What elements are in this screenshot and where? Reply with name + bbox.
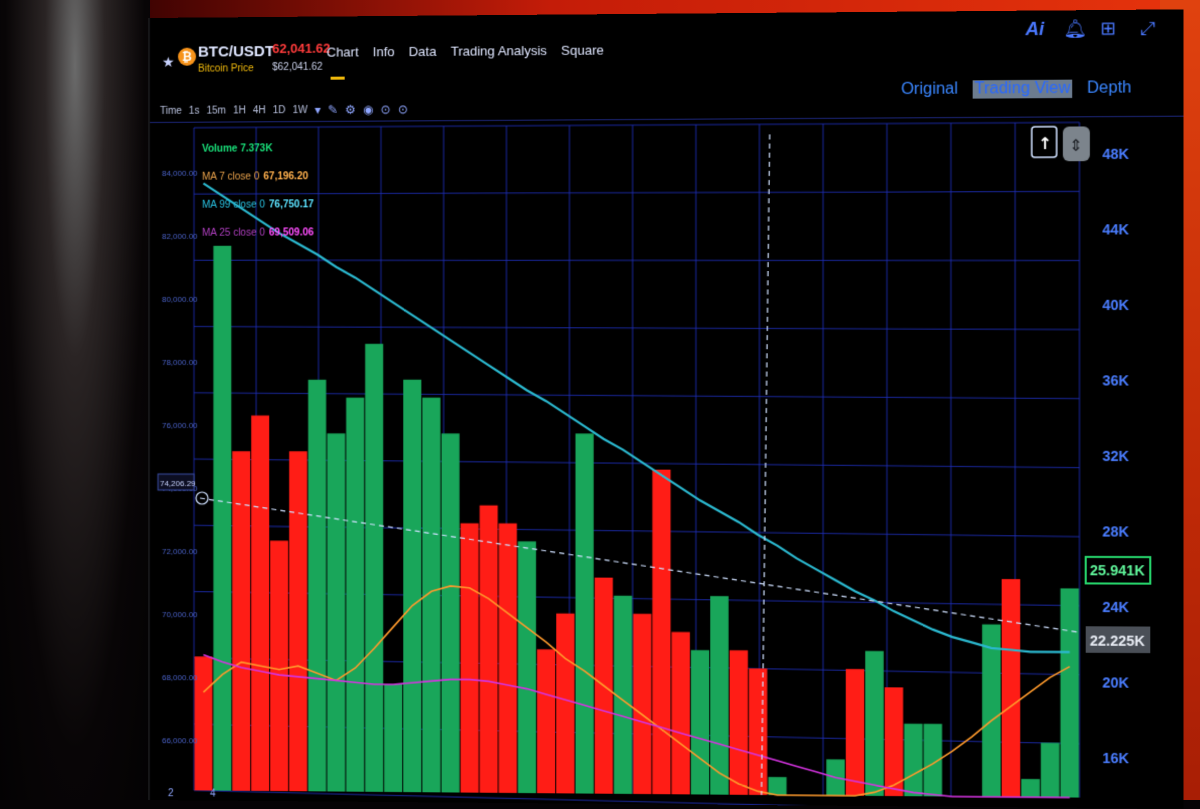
price-label-high: 25.941K [1090, 562, 1145, 579]
volume-bar-up [691, 650, 709, 794]
volume-bar-down [270, 541, 288, 791]
legend-volume: Volume 7.373K [202, 142, 314, 157]
legend-ma99: MA 99 close 0 76,750.17 [202, 198, 314, 213]
volume-bar-up [865, 651, 883, 796]
crosshair-price-label: 74,206.29 [160, 479, 196, 488]
volume-bar-up [710, 596, 728, 795]
volume-bar-up [441, 433, 459, 792]
left-axis-tick: 78,000.00 [162, 358, 198, 367]
left-axis-tick: 70,000.00 [162, 610, 198, 619]
right-axis-tick: 24K [1102, 599, 1129, 615]
grid-line-horizontal [194, 190, 1079, 196]
volume-bar-down [556, 613, 574, 793]
volume-bar-up [904, 724, 922, 797]
volume-bar-up [768, 777, 786, 795]
grid-line-horizontal [194, 459, 1079, 468]
volume-bars [195, 243, 1079, 798]
volume-bar-up [384, 684, 402, 792]
volume-bar-down [749, 668, 767, 795]
left-axis-tick: 82,000.00 [162, 232, 198, 241]
legend-ma7: MA 7 close 0 67,196.20 [202, 170, 314, 185]
left-axis-tick: 76,000.00 [162, 421, 198, 430]
volume-bar-up [518, 541, 536, 793]
volume-bar-down [730, 650, 748, 795]
right-axis-tick: 32K [1102, 448, 1129, 464]
volume-bar-up [1041, 743, 1060, 798]
volume-bar-down [885, 687, 903, 796]
right-axis-tick: 40K [1102, 297, 1129, 313]
grid-line-horizontal [194, 525, 1079, 536]
volume-bar-down [461, 523, 479, 792]
price-label-low: 22.225K [1090, 632, 1145, 649]
left-axis-tick: 72,000.00 [162, 547, 198, 556]
grid-line-horizontal [194, 392, 1079, 398]
right-axis-tick: 28K [1102, 523, 1129, 539]
right-axis-tick: 36K [1102, 372, 1129, 388]
right-axis-tick: 16K [1102, 750, 1129, 767]
monitor-screen: ★ ₿ BTC/USDT Bitcoin Price 62,041.62 $62… [148, 9, 1184, 808]
volume-readout: Volume 7.373K [202, 142, 273, 156]
volume-bar-down [652, 470, 670, 795]
volume-bar-up [327, 433, 345, 791]
volume-bar-up [213, 246, 231, 791]
left-axis-tick: 80,000.00 [162, 295, 198, 304]
grid-line-horizontal [194, 592, 1079, 606]
volume-bar-down [289, 451, 307, 791]
ma25-label: MA 25 close 0 [202, 227, 265, 241]
ma25-value: 69,509.06 [269, 226, 314, 240]
ma7-label: MA 7 close 0 [202, 170, 259, 184]
left-axis-tick: 66,000.00 [162, 736, 198, 745]
grid-line-horizontal [194, 122, 1079, 127]
volume-bar-down [499, 523, 517, 793]
volume-bar-up [575, 434, 593, 794]
right-axis-tick: 48K [1102, 146, 1129, 162]
left-axis-tick: 68,000.00 [162, 673, 198, 682]
right-axis-tick: 20K [1102, 674, 1129, 690]
volume-bar-up [1021, 779, 1040, 797]
grid-line-horizontal [194, 325, 1079, 331]
legend-ma25: MA 25 close 0 69,509.06 [202, 226, 314, 240]
volume-bar-up [1060, 588, 1079, 797]
volume-bar-up [422, 398, 440, 793]
ambient-light-left [0, 0, 150, 800]
volume-bar-down [1002, 579, 1021, 797]
left-axis-tick: 84,000.00 [162, 169, 198, 178]
volume-bar-down [537, 649, 555, 793]
volume-bar-up [346, 398, 364, 792]
volume-bar-down [480, 505, 498, 793]
volume-bar-up [403, 380, 421, 793]
indicator-legend: Volume 7.373K MA 7 close 0 67,196.20 MA … [202, 142, 314, 241]
volume-bar-down [846, 669, 864, 796]
bottom-axis-tick: 2 [168, 788, 174, 799]
volume-bar-down [251, 416, 269, 791]
bottom-axis-tick: 4 [210, 788, 216, 799]
volume-bar-down [232, 451, 250, 791]
volume-bar-up [308, 380, 326, 792]
ma99-value: 76,750.17 [269, 198, 314, 212]
price-volume-chart[interactable]: 84,000.00 82,000.00 80,000.00 78,000.00 76,0… [150, 9, 1184, 808]
volume-bar-down [672, 632, 690, 794]
arrow-up-icon: ↑ [1038, 134, 1052, 153]
volume-bar-down [633, 614, 651, 794]
ma7-value: 67,196.20 [263, 170, 308, 184]
ma99-label: MA 99 close 0 [202, 198, 265, 212]
right-axis-tick: 44K [1102, 221, 1129, 237]
auto-scale-icon: ⇕ [1069, 136, 1083, 155]
volume-bar-up [365, 344, 383, 792]
volume-bar-up [982, 624, 1001, 797]
